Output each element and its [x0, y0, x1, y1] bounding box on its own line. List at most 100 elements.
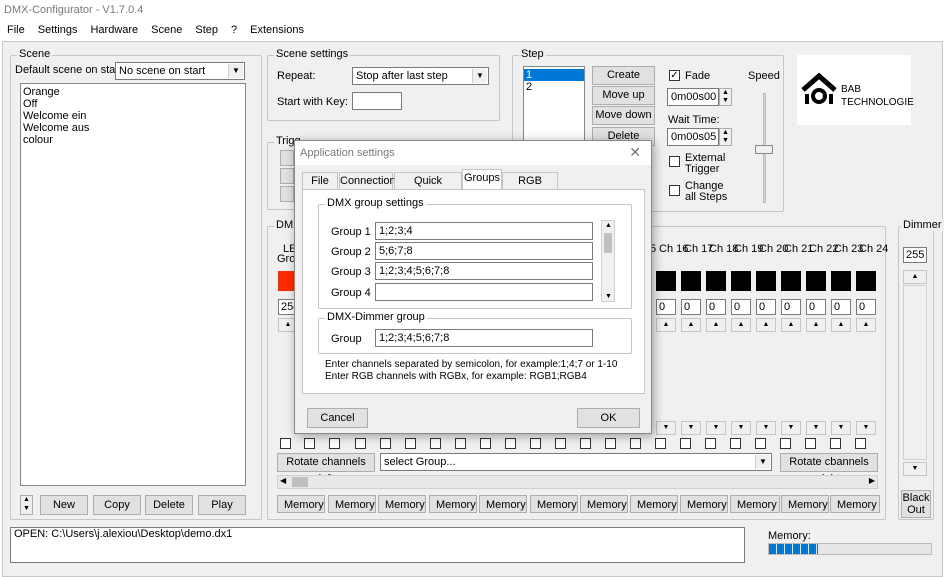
memory-button-3[interactable]: Memory 3	[378, 495, 426, 513]
group-2-input[interactable]: 5;6;7;8	[375, 242, 593, 260]
channel-checkbox[interactable]	[530, 438, 541, 449]
channel-down-button[interactable]: ▼	[781, 421, 801, 435]
channel-down-button[interactable]: ▼	[756, 421, 776, 435]
channel-checkbox[interactable]	[855, 438, 866, 449]
menu-scene[interactable]: Scene	[144, 22, 188, 36]
dimmer-up-button[interactable]: ▲	[903, 270, 927, 284]
channel-down-button[interactable]: ▼	[831, 421, 851, 435]
menu-file[interactable]: File	[0, 22, 31, 36]
start-key-input[interactable]	[352, 92, 402, 110]
channel-checkbox[interactable]	[480, 438, 491, 449]
channel-checkbox[interactable]	[730, 438, 741, 449]
list-item[interactable]: Welcome aus	[21, 122, 245, 134]
ok-button[interactable]: OK	[577, 408, 640, 428]
scrollbar-thumb[interactable]	[604, 233, 612, 253]
external-trigger-checkbox[interactable]	[669, 156, 680, 167]
channel-checkbox[interactable]	[329, 438, 340, 449]
channel-down-button[interactable]: ▼	[856, 421, 876, 435]
list-item[interactable]: Welcome ein	[21, 110, 245, 122]
speed-slider-handle[interactable]	[755, 145, 773, 154]
channel-up-button[interactable]: ▲	[681, 318, 701, 332]
new-scene-button[interactable]: New	[40, 495, 88, 515]
tab-rgb-editor[interactable]: RGB Editor	[502, 172, 558, 203]
groups-scrollbar[interactable]: ▲ ▼	[601, 220, 615, 302]
menu-hardware[interactable]: Hardware	[83, 22, 144, 36]
tab-groups[interactable]: Groups	[462, 169, 502, 190]
channel-up-button[interactable]: ▲	[731, 318, 751, 332]
channel-checkbox[interactable]	[555, 438, 566, 449]
channel-value[interactable]: 0	[656, 299, 676, 315]
channel-value[interactable]: 0	[681, 299, 701, 315]
channel-up-button[interactable]: ▲	[756, 318, 776, 332]
chevron-down-icon[interactable]: ▼	[605, 293, 612, 300]
wait-time-input[interactable]: 0m00s05	[667, 128, 719, 146]
memory-button-7[interactable]: Memory 7	[580, 495, 628, 513]
channel-value[interactable]: 0	[856, 299, 876, 315]
dimmer-down-button[interactable]: ▼	[903, 462, 927, 476]
create-step-button[interactable]: Create	[592, 66, 655, 85]
chevron-left-icon[interactable]: ◀	[280, 476, 286, 485]
channel-checkbox[interactable]	[405, 438, 416, 449]
list-item[interactable]: Off	[21, 98, 245, 110]
memory-button-11[interactable]: Memory 11	[781, 495, 829, 513]
move-down-button[interactable]: Move down	[592, 106, 655, 125]
menu-step[interactable]: Step	[188, 22, 224, 36]
chevron-up-icon[interactable]: ▲	[605, 222, 612, 229]
rotate-left-button[interactable]: Rotate channels left	[277, 453, 375, 485]
channel-checkbox[interactable]	[655, 438, 666, 449]
memory-button-2[interactable]: Memory 2	[328, 495, 376, 513]
wait-time-spinner[interactable]: ▲ ▼	[719, 128, 732, 146]
channel-down-button[interactable]: ▼	[806, 421, 826, 435]
group-3-input[interactable]: 1;2;3;4;5;6;7;8	[375, 262, 593, 280]
chevron-right-icon[interactable]: ▶	[869, 476, 875, 485]
list-item[interactable]: Orange	[21, 86, 245, 98]
repeat-select[interactable]: Stop after last step ▼	[352, 67, 489, 85]
memory-button-9[interactable]: Memory 9	[680, 495, 728, 513]
channel-up-button[interactable]: ▲	[706, 318, 726, 332]
channel-value[interactable]: 0	[806, 299, 826, 315]
close-icon[interactable]: ✕	[629, 144, 641, 161]
channel-value[interactable]: 0	[781, 299, 801, 315]
group-select[interactable]: select Group... ▼	[380, 453, 772, 471]
dimmer-track[interactable]	[903, 285, 927, 460]
tab-file[interactable]: File	[302, 172, 338, 189]
trigger-button[interactable]	[280, 168, 294, 184]
channel-value[interactable]: 0	[756, 299, 776, 315]
memory-button-12[interactable]: Memory 12	[830, 495, 880, 513]
memory-button-6[interactable]: Memory 6	[530, 495, 578, 513]
channel-down-button[interactable]: ▼	[656, 421, 676, 435]
channel-checkbox[interactable]	[380, 438, 391, 449]
list-item[interactable]: 2	[524, 81, 584, 93]
tab-quick-buttons[interactable]: Quick buttons	[394, 172, 462, 203]
menu-settings[interactable]: Settings	[31, 22, 84, 36]
tab-connection[interactable]: Connection	[339, 172, 396, 189]
group-4-input[interactable]	[375, 283, 593, 301]
channel-checkbox[interactable]	[304, 438, 315, 449]
channel-checkbox[interactable]	[455, 438, 466, 449]
channel-down-button[interactable]: ▼	[731, 421, 751, 435]
scene-order-spinner[interactable]: ▲ ▼	[20, 495, 33, 515]
memory-button-5[interactable]: Memory 5	[479, 495, 527, 513]
list-item[interactable]: colour	[21, 134, 245, 146]
blackout-button[interactable]: Black Out	[901, 490, 931, 518]
channel-checkbox[interactable]	[355, 438, 366, 449]
channel-down-button[interactable]: ▼	[706, 421, 726, 435]
step-list[interactable]: 1 2	[523, 66, 585, 144]
group-1-input[interactable]: 1;2;3;4	[375, 222, 593, 240]
scene-list[interactable]: Orange Off Welcome ein Welcome aus colou…	[20, 83, 246, 486]
channel-up-button[interactable]: ▲	[781, 318, 801, 332]
trigger-button[interactable]	[280, 150, 294, 166]
memory-button-8[interactable]: Memory 8	[630, 495, 678, 513]
channel-checkbox[interactable]	[605, 438, 616, 449]
rotate-right-button[interactable]: Rotate cbannels right	[780, 453, 878, 485]
channel-checkbox[interactable]	[755, 438, 766, 449]
fade-time-input[interactable]: 0m00s00	[667, 88, 719, 106]
channel-checkbox[interactable]	[280, 438, 291, 449]
channel-checkbox[interactable]	[505, 438, 516, 449]
trigger-button[interactable]	[280, 186, 294, 202]
channel-up-button[interactable]: ▲	[856, 318, 876, 332]
channel-value[interactable]: 0	[731, 299, 751, 315]
channel-checkbox[interactable]	[680, 438, 691, 449]
delete-scene-button[interactable]: Delete	[145, 495, 193, 515]
dimmer-group-input[interactable]: 1;2;3;4;5;6;7;8	[375, 329, 593, 347]
